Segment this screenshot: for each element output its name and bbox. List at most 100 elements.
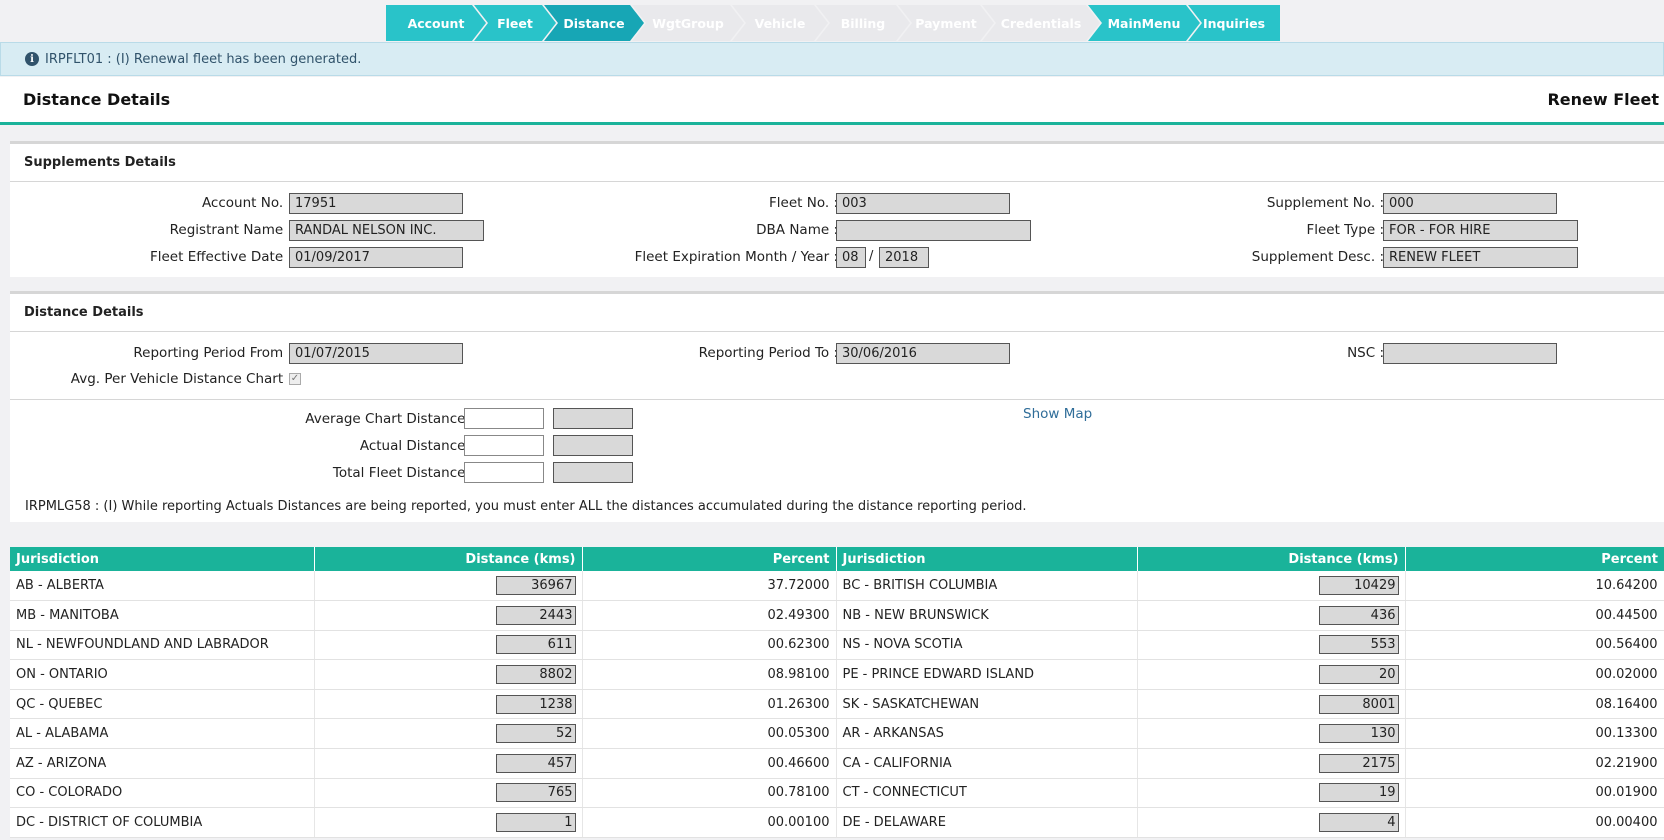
fleet-type-field: FOR - FOR HIRE xyxy=(1383,220,1578,241)
distance-cell: 10429 xyxy=(1137,571,1406,602)
avg-chart-label: Avg. Per Vehicle Distance Chart : xyxy=(70,371,292,387)
col-percent-1: Percent xyxy=(582,547,837,571)
distance-value: 436 xyxy=(1318,605,1399,625)
average-distance-label: Average Chart Distance: xyxy=(305,411,470,427)
col-distance-1: Distance (kms) xyxy=(314,547,583,571)
page-header: Distance Details Renew Fleet xyxy=(0,77,1664,125)
jurisdiction-cell: CT - CONNECTICUT xyxy=(836,778,1138,809)
jurisdiction-cell: NS - NOVA SCOTIA xyxy=(836,630,1138,661)
step-inquiries[interactable]: Inquiries xyxy=(1188,5,1280,41)
distance-value: 2443 xyxy=(495,605,576,625)
supplement-no-label: Supplement No. : xyxy=(1266,195,1384,211)
distance-cell: 553 xyxy=(1137,630,1406,661)
dba-field xyxy=(836,220,1031,241)
supplement-desc-field: RENEW FLEET xyxy=(1383,247,1578,268)
info-icon: i xyxy=(25,52,39,66)
distance-cell: 8001 xyxy=(1137,689,1406,720)
distance-value: 8001 xyxy=(1318,694,1399,714)
col-distance-2: Distance (kms) xyxy=(1137,547,1406,571)
expiration-month-field: 08 xyxy=(836,247,866,268)
table-row: CO - COLORADO 765 00.78100 CT - CONNECTICUT… xyxy=(10,778,1664,809)
percent-cell: 01.26300 xyxy=(582,689,837,720)
table-row: MB - MANITOBA 2443 02.49300 NB - NEW BRUNSW… xyxy=(10,600,1664,631)
expiration-label: Fleet Expiration Month / Year : xyxy=(634,249,838,265)
show-map-link[interactable]: Show Map xyxy=(1023,406,1092,422)
distance-value: 1 xyxy=(495,813,576,833)
distance-cell: 8802 xyxy=(314,659,583,690)
average-distance-value xyxy=(553,408,633,429)
distance-panel: Distance Details Reporting Period From :… xyxy=(10,291,1664,522)
table-row: NL - NEWFOUNDLAND AND LABRADOR 611 00.6230… xyxy=(10,630,1664,661)
reporting-to-field: 30/06/2016 xyxy=(836,343,1010,364)
fleet-type-label: Fleet Type : xyxy=(1306,222,1384,238)
percent-cell: 08.98100 xyxy=(582,659,837,690)
percent-cell: 00.56400 xyxy=(1405,630,1664,661)
total-distance-input[interactable] xyxy=(464,462,544,483)
jurisdiction-cell: MB - MANITOBA xyxy=(10,600,315,631)
distance-cell: 611 xyxy=(314,630,583,661)
col-percent-2: Percent xyxy=(1405,547,1664,571)
jurisdiction-cell: AZ - ARIZONA xyxy=(10,748,315,779)
distance-cell: 765 xyxy=(314,778,583,809)
step-fleet[interactable]: Fleet xyxy=(474,5,556,41)
percent-cell: 00.00100 xyxy=(582,807,837,838)
distance-cell: 2175 xyxy=(1137,748,1406,779)
distance-value: 19 xyxy=(1318,783,1399,803)
nsc-field xyxy=(1383,343,1557,364)
percent-cell: 08.16400 xyxy=(1405,689,1664,720)
distance-cell: 436 xyxy=(1137,600,1406,631)
percent-cell: 10.64200 xyxy=(1405,571,1664,602)
distance-value: 553 xyxy=(1318,635,1399,655)
jurisdiction-cell: CA - CALIFORNIA xyxy=(836,748,1138,779)
distance-cell: 1238 xyxy=(314,689,583,720)
avg-chart-checkbox[interactable]: ✓ xyxy=(289,373,301,385)
distance-cell: 2443 xyxy=(314,600,583,631)
total-distance-label: Total Fleet Distance: xyxy=(332,465,470,481)
page-title: Distance Details xyxy=(23,90,171,109)
supplement-desc-label: Supplement Desc. : xyxy=(1251,249,1384,265)
supplements-panel: Supplements Details Account No. : 17951 … xyxy=(10,141,1664,277)
percent-cell: 00.02000 xyxy=(1405,659,1664,690)
distance-value: 52 xyxy=(495,724,576,744)
percent-cell: 00.00400 xyxy=(1405,807,1664,838)
col-jurisdiction-2: Jurisdiction xyxy=(836,547,1138,571)
jurisdiction-cell: AB - ALBERTA xyxy=(10,571,315,602)
jurisdiction-cell: DC - DISTRICT OF COLUMBIA xyxy=(10,807,315,838)
jurisdiction-cell: AL - ALABAMA xyxy=(10,718,315,750)
jurisdiction-cell: ON - ONTARIO xyxy=(10,659,315,690)
distance-value: 1238 xyxy=(495,694,576,714)
jurisdiction-cell: NB - NEW BRUNSWICK xyxy=(836,600,1138,631)
info-message-bar: i IRPFLT01 : (I) Renewal fleet has been … xyxy=(0,42,1664,76)
distance-cell: 130 xyxy=(1137,718,1406,750)
table-row: QC - QUEBEC 1238 01.26300 SK - SASKATCHEWAN… xyxy=(10,689,1664,720)
percent-cell: 00.13300 xyxy=(1405,718,1664,750)
step-billing: Billing xyxy=(816,5,910,41)
account-no-label: Account No. : xyxy=(201,195,292,211)
average-distance-input[interactable] xyxy=(464,408,544,429)
jurisdiction-cell: NL - NEWFOUNDLAND AND LABRADOR xyxy=(10,630,315,661)
actual-distance-input[interactable] xyxy=(464,435,544,456)
percent-cell: 02.49300 xyxy=(582,600,837,631)
table-row: DC - DISTRICT OF COLUMBIA 1 00.00100 DE - D… xyxy=(10,807,1664,838)
step-distance[interactable]: Distance xyxy=(544,5,644,41)
supplements-title: Supplements Details xyxy=(10,144,1664,182)
distance-cell: 457 xyxy=(314,748,583,779)
step-wgtgroup: WgtGroup xyxy=(632,5,744,41)
effective-date-field: 01/09/2017 xyxy=(289,247,463,268)
step-account[interactable]: Account xyxy=(386,5,486,41)
table-row: AB - ALBERTA 36967 37.72000 BC - BRITISH CO… xyxy=(10,571,1664,602)
distance-cell: 1 xyxy=(314,807,583,838)
percent-cell: 00.01900 xyxy=(1405,778,1664,809)
table-row: AL - ALABAMA 52 00.05300 AR - ARKANSAS 130 00… xyxy=(10,718,1664,750)
distance-value: 765 xyxy=(495,783,576,803)
effective-date-label: Fleet Effective Date : xyxy=(149,249,292,265)
supplement-no-field: 000 xyxy=(1383,193,1557,214)
col-jurisdiction-1: Jurisdiction xyxy=(10,547,315,571)
distance-cell: 4 xyxy=(1137,807,1406,838)
percent-cell: 37.72000 xyxy=(582,571,837,602)
step-mainmenu[interactable]: MainMenu xyxy=(1088,5,1200,41)
fleet-no-label: Fleet No. : xyxy=(769,195,838,211)
jurisdiction-cell: QC - QUEBEC xyxy=(10,689,315,720)
info-message: IRPFLT01 : (I) Renewal fleet has been ge… xyxy=(45,51,362,67)
page-mode: Renew Fleet xyxy=(1547,90,1659,109)
